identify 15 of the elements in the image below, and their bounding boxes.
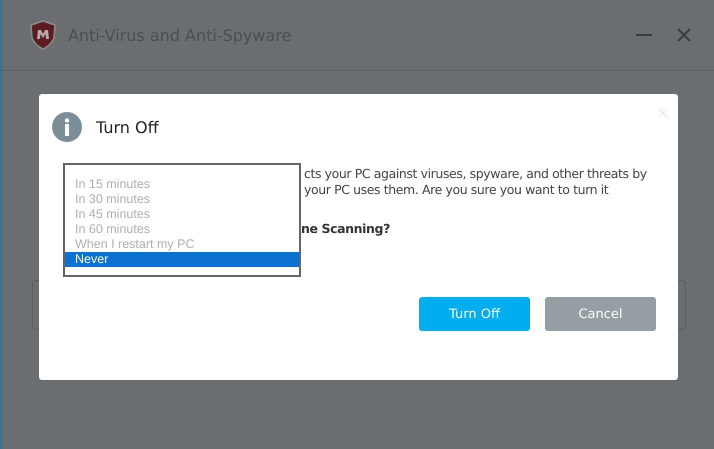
message-text: cts your PC against viruses, spyware, and other threats by bbox=[304, 166, 647, 182]
message-text: your PC uses them. Are you sure you want to turn it bbox=[304, 182, 610, 198]
dialog-title: Turn Off bbox=[96, 118, 159, 136]
dropdown-option[interactable]: In 30 minutes bbox=[65, 192, 299, 207]
dropdown-option[interactable]: In 15 minutes bbox=[65, 177, 299, 192]
question-text: ne Scanning? bbox=[301, 221, 391, 236]
turn-off-button[interactable]: Turn Off bbox=[419, 297, 530, 331]
dropdown-option[interactable]: In 45 minutes bbox=[65, 207, 299, 222]
dropdown-option[interactable]: In 60 minutes bbox=[65, 222, 299, 237]
dropdown-option[interactable]: When I restart my PC bbox=[65, 237, 299, 252]
info-icon bbox=[52, 112, 82, 142]
cancel-button[interactable]: Cancel bbox=[545, 297, 656, 331]
shield-logo-icon bbox=[30, 20, 56, 50]
dropdown-option[interactable]: Never bbox=[65, 252, 299, 267]
close-icon[interactable] bbox=[658, 108, 668, 118]
